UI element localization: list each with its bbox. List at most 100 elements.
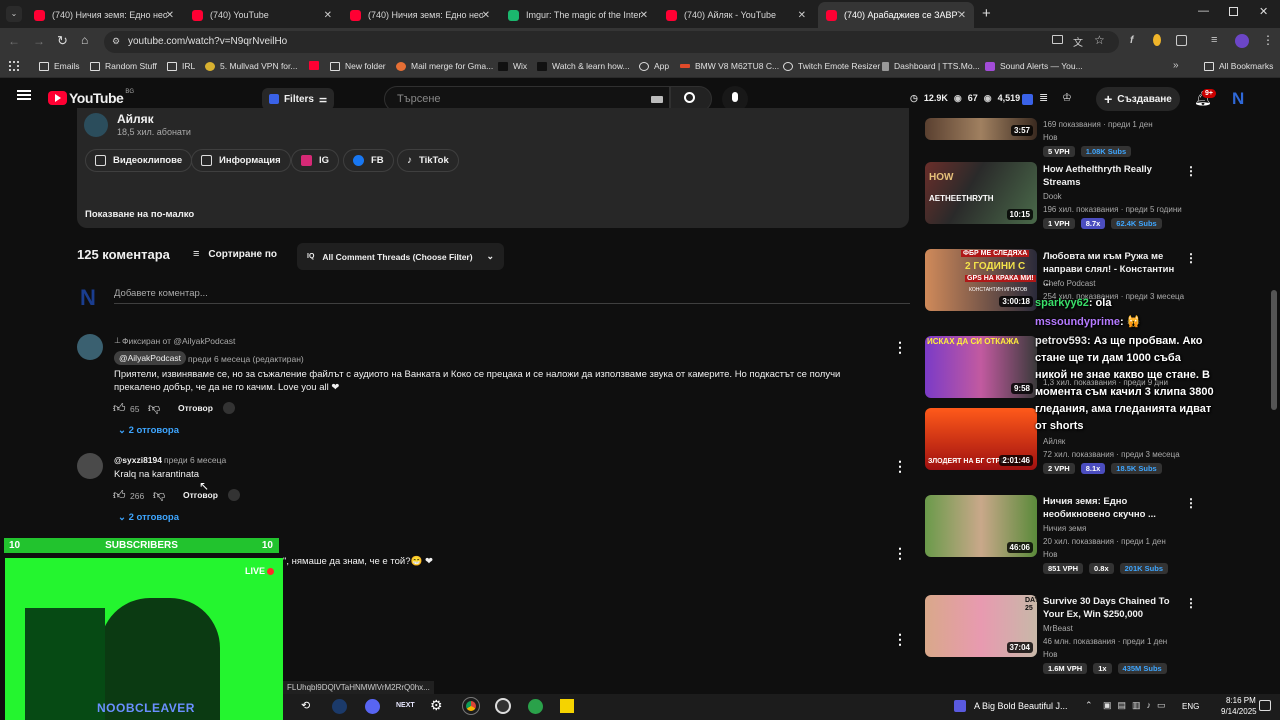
- restore-icon[interactable]: [1229, 7, 1238, 16]
- video-thumbnail[interactable]: 46:06: [925, 495, 1037, 557]
- comment-time[interactable]: преди 6 месеца (редактиран): [188, 354, 304, 364]
- video-menu-icon[interactable]: ⋮: [1185, 251, 1197, 265]
- show-replies-button[interactable]: ⌄ 2 отговора: [118, 425, 179, 436]
- discord-icon[interactable]: [365, 699, 380, 714]
- close-icon[interactable]: ✕: [324, 10, 332, 21]
- bookmark-emote-resizer[interactable]: Twitch Emote Resizer: [783, 61, 880, 71]
- video-title[interactable]: Ничия земя: Едно необикновено скучно ...: [1043, 495, 1183, 521]
- add-comment-input[interactable]: Добавете коментар...: [114, 288, 910, 304]
- video-menu-icon[interactable]: ⋮: [1185, 496, 1197, 510]
- close-icon[interactable]: ✕: [482, 10, 490, 21]
- site-info-icon[interactable]: ⚙: [112, 36, 120, 47]
- bookmark-dashboard[interactable]: Dashboard | TTS.Mo...: [882, 61, 980, 71]
- list-icon[interactable]: ≣: [1039, 91, 1048, 104]
- channel-avatar[interactable]: [84, 113, 108, 137]
- minimize-icon[interactable]: —: [1198, 5, 1209, 17]
- page-scrollbar[interactable]: [1271, 290, 1277, 410]
- instagram-link[interactable]: IG: [291, 149, 340, 172]
- apps-grid-icon[interactable]: [9, 61, 19, 71]
- video-title[interactable]: Survive 30 Days Chained To Your Ex, Win …: [1043, 595, 1183, 621]
- url-input[interactable]: ⚙ youtube.com/watch?v=N9qrNveilHo 文 ☆: [104, 31, 1119, 53]
- bookmark-mullvad[interactable]: 5. Mullvad VPN for...: [205, 61, 297, 71]
- comment-author-avatar[interactable]: [77, 334, 103, 360]
- facebook-link[interactable]: FB: [343, 149, 394, 172]
- video-channel[interactable]: Ничия земя: [1043, 524, 1086, 533]
- extension-icon-1[interactable]: f: [1130, 35, 1133, 46]
- create-button[interactable]: + Създаване: [1096, 87, 1180, 111]
- video-channel[interactable]: Dook: [1043, 192, 1062, 201]
- xbox-icon[interactable]: [528, 699, 543, 714]
- tray-chevron-up-icon[interactable]: ⌃: [1085, 700, 1093, 711]
- video-channel[interactable]: Chefo Podcast: [1043, 279, 1095, 288]
- chrome-icon[interactable]: [462, 697, 480, 715]
- like-icon[interactable]: 👍︎: [113, 401, 126, 416]
- browser-tab-1[interactable]: (740) Ничия земя: Едно необи ✕: [26, 2, 182, 28]
- filters-button[interactable]: Filters ⚌: [262, 88, 334, 110]
- browser-tab-2[interactable]: (740) YouTube ✕: [184, 2, 340, 28]
- media-player-icon[interactable]: [954, 700, 966, 712]
- reload-icon[interactable]: ↻: [57, 33, 68, 49]
- bookmark-app[interactable]: App: [639, 61, 669, 71]
- bookmark-wix[interactable]: Wix: [498, 61, 527, 71]
- bookmark-new-folder[interactable]: New folder: [330, 61, 386, 71]
- video-menu-icon[interactable]: ⋮: [1185, 596, 1197, 610]
- browser-tab-4[interactable]: Imgur: The magic of the Interne ✕: [500, 2, 656, 28]
- tab-search-icon[interactable]: ⌄: [6, 6, 22, 22]
- comment-author-badge[interactable]: @AilyakPodcast: [114, 351, 187, 365]
- browser-tab-6[interactable]: (740) Арабаджиев се ЗАВРЪЩ✕: [818, 2, 974, 28]
- home-icon[interactable]: ⌂: [81, 33, 88, 47]
- bookmark-irl[interactable]: IRL: [167, 61, 195, 71]
- taskbar-app-1-icon[interactable]: ⟲: [301, 699, 310, 712]
- extensions-puzzle-icon[interactable]: [1176, 35, 1187, 46]
- steam-icon[interactable]: [332, 699, 347, 714]
- bookmark-star-icon[interactable]: ☆: [1094, 33, 1105, 47]
- trophy-icon[interactable]: ♔: [1062, 91, 1072, 104]
- account-avatar[interactable]: N: [1232, 89, 1244, 109]
- video-menu-icon[interactable]: ⋮: [1185, 164, 1197, 178]
- clock-time[interactable]: 8:16 PM: [1226, 696, 1256, 705]
- comment-menu-icon[interactable]: ⋮: [893, 459, 907, 473]
- comment-menu-icon[interactable]: ⋮: [893, 340, 907, 354]
- video-thumbnail[interactable]: ФБР МЕ СЛЕДЯХА 2 ГОДИНИ С GPS НА КРАКА М…: [925, 249, 1037, 311]
- comment-filter-dropdown[interactable]: IQ All Comment Threads (Choose Filter) ⌄: [297, 243, 504, 270]
- video-thumbnail[interactable]: DAY 25 37:04: [925, 595, 1037, 657]
- dislike-icon[interactable]: 👎︎: [148, 401, 160, 416]
- comment-menu-icon[interactable]: ⋮: [893, 546, 907, 560]
- video-channel[interactable]: Айляк: [1043, 437, 1065, 446]
- comment-author-avatar[interactable]: [77, 453, 103, 479]
- dislike-icon[interactable]: 👎︎: [153, 488, 165, 503]
- tray-icons[interactable]: ▣▤▥♪▭: [1103, 700, 1172, 711]
- bookmark-sound-alerts[interactable]: Sound Alerts — You...: [985, 61, 1083, 71]
- channel-name[interactable]: Айляк: [117, 112, 154, 126]
- hamburger-menu-icon[interactable]: [17, 90, 31, 100]
- close-icon[interactable]: ✕: [166, 10, 174, 21]
- close-window-icon[interactable]: ✕: [1259, 5, 1268, 18]
- profile-avatar-icon[interactable]: [1235, 34, 1249, 48]
- extension-badge-icon[interactable]: [1022, 94, 1033, 105]
- video-thumbnail[interactable]: ИСКАХ ДА СИ ОТКАЖА 9:58: [925, 336, 1037, 398]
- bookmark-watch-learn[interactable]: Watch & learn how...: [537, 61, 630, 71]
- videos-link[interactable]: Видеоклипове: [85, 149, 193, 172]
- sticky-notes-icon[interactable]: [560, 699, 574, 713]
- new-tab-icon[interactable]: +: [982, 5, 991, 22]
- bookmarks-overflow-icon[interactable]: »: [1173, 60, 1179, 71]
- close-icon[interactable]: ✕: [798, 10, 806, 21]
- video-thumbnail[interactable]: HOW АЕТНЕЕТНRУТН 10:15: [925, 162, 1037, 224]
- translate-icon[interactable]: 文: [1073, 34, 1083, 49]
- bookmark-bmw[interactable]: BMW V8 M62TU8 C...: [680, 61, 779, 71]
- browser-tab-5[interactable]: (740) Айляк - YouTube ✕: [658, 2, 814, 28]
- youtube-logo[interactable]: YouTube BG: [48, 89, 134, 106]
- clock-date[interactable]: 9/14/2025: [1221, 707, 1257, 716]
- show-less-button[interactable]: Показване на по-малко: [85, 209, 194, 220]
- media-title[interactable]: A Big Bold Beautiful J...: [974, 701, 1068, 711]
- video-channel[interactable]: MrBeast: [1043, 624, 1073, 633]
- video-thumbnail[interactable]: ЗЛОДЕЯТ НА БГ СТРИ 2:01:46: [925, 408, 1037, 470]
- comment-author[interactable]: @syxzi8194: [114, 455, 162, 465]
- video-thumbnail[interactable]: 3:57: [925, 118, 1037, 140]
- comment-menu-icon[interactable]: ⋮: [893, 632, 907, 646]
- settings-gear-icon[interactable]: ⚙: [430, 697, 443, 714]
- show-replies-button[interactable]: ⌄ 2 отговора: [118, 512, 179, 523]
- media-icon[interactable]: ≡: [1211, 34, 1217, 46]
- sort-button[interactable]: ≡ Сортиране по: [193, 248, 277, 260]
- bookmark-random-stuff[interactable]: Random Stuff: [90, 61, 157, 71]
